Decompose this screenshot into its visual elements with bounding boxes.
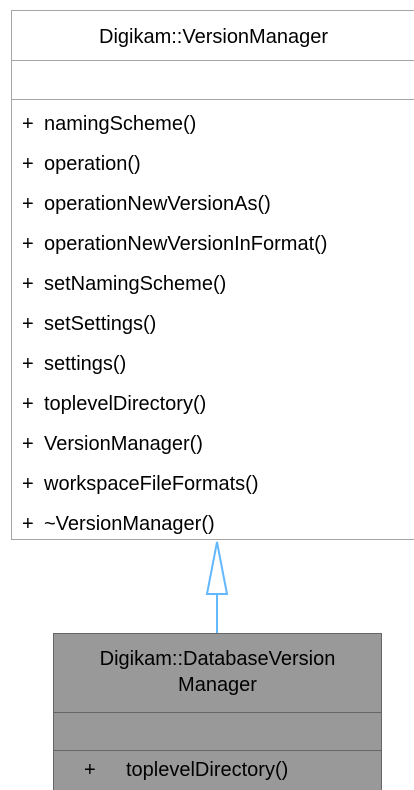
method-item: + setNamingScheme() (12, 264, 414, 304)
visibility-public: + (22, 313, 34, 335)
method-name: toplevelDirectory() (44, 393, 207, 415)
visibility-public: + (22, 113, 34, 135)
visibility-public: + (84, 759, 96, 781)
method-name: operation() (44, 153, 141, 175)
derived-class-box[interactable]: Digikam::DatabaseVersion Manager + tople… (53, 633, 382, 790)
method-item: + ~VersionManager() (12, 504, 414, 544)
derived-class-name-line2: Manager (178, 674, 257, 696)
base-class-method-list: + namingScheme() + operation() + operati… (12, 100, 414, 544)
method-name: operationNewVersionAs() (44, 193, 271, 215)
visibility-public: + (22, 513, 34, 535)
method-name: namingScheme() (44, 113, 197, 135)
class-diagram: Digikam::VersionManager + namingScheme()… (0, 0, 414, 790)
method-name: toplevelDirectory() (126, 759, 289, 781)
visibility-public: + (22, 233, 34, 255)
derived-class-name: Digikam::DatabaseVersion Manager (54, 634, 381, 713)
base-class-attributes-section (12, 61, 414, 100)
method-item: + workspaceFileFormats() (12, 464, 414, 504)
method-name: VersionManager() (44, 433, 203, 455)
visibility-public: + (22, 153, 34, 175)
method-item: + toplevelDirectory() (12, 384, 414, 424)
method-name: settings() (44, 353, 127, 375)
method-item: + namingScheme() (12, 104, 414, 144)
inheritance-arrowhead-icon (205, 541, 229, 595)
method-item: + settings() (12, 344, 414, 384)
method-name: workspaceFileFormats() (44, 473, 259, 495)
visibility-public: + (22, 273, 34, 295)
visibility-public: + (22, 193, 34, 215)
visibility-public: + (22, 433, 34, 455)
visibility-public: + (22, 353, 34, 375)
base-class-name: Digikam::VersionManager (12, 11, 414, 61)
derived-class-attributes-section (54, 713, 381, 751)
method-item: + operationNewVersionAs() (12, 184, 414, 224)
derived-class-method-list: + toplevelDirectory() (54, 751, 381, 789)
derived-class-name-line1: Digikam::DatabaseVersion (99, 648, 336, 670)
method-name: setNamingScheme() (44, 273, 227, 295)
method-name: operationNewVersionInFormat() (44, 233, 328, 255)
method-item: + setSettings() (12, 304, 414, 344)
visibility-public: + (22, 473, 34, 495)
method-item: + operationNewVersionInFormat() (12, 224, 414, 264)
method-name: setSettings() (44, 313, 157, 335)
base-class-box[interactable]: Digikam::VersionManager + namingScheme()… (11, 10, 414, 540)
method-name: ~VersionManager() (44, 513, 215, 535)
method-item: + toplevelDirectory() (54, 751, 381, 789)
visibility-public: + (22, 393, 34, 415)
method-item: + VersionManager() (12, 424, 414, 464)
method-item: + operation() (12, 144, 414, 184)
